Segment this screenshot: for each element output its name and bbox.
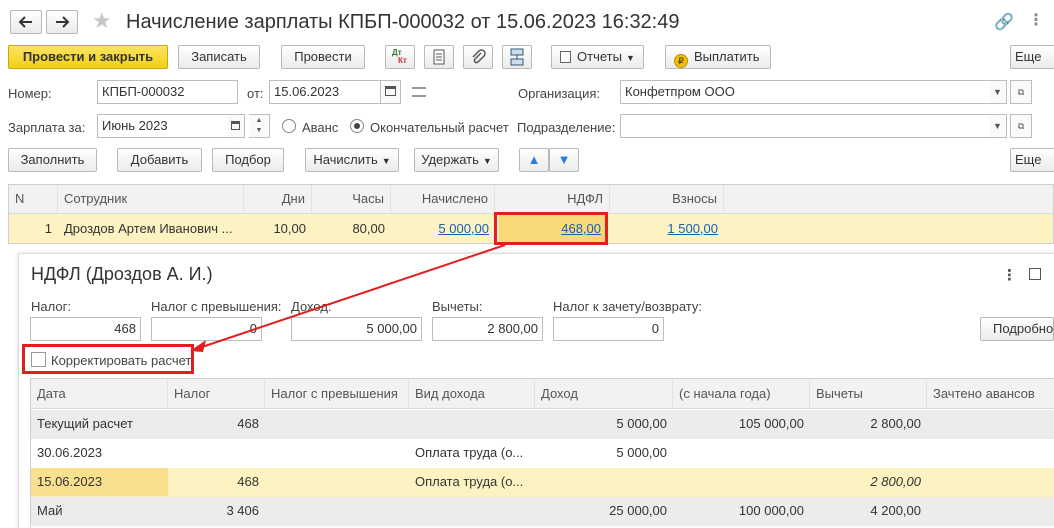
deductions-cell: 2 800,00 — [870, 474, 921, 489]
ytd-cell: 105 000,00 — [738, 416, 804, 431]
advances-cell — [927, 410, 1054, 438]
income-kind-cell: Оплата труда (о... — [415, 474, 524, 489]
table-row[interactable]: Май 3 406 25 000,00 100 000,00 4 200,00 — [31, 497, 1054, 526]
ytd-cell — [673, 439, 810, 467]
table-row[interactable]: 30.06.2023 Оплата труда (о... 5 000,00 — [31, 439, 1054, 468]
column-header[interactable]: Вычеты — [810, 380, 927, 408]
column-header[interactable]: Налог — [168, 380, 265, 408]
ytd-cell: 100 000,00 — [738, 503, 804, 518]
column-header[interactable]: Налог с превышения — [265, 380, 409, 408]
column-header[interactable]: (с начала года) — [673, 380, 810, 408]
excess-cell — [265, 410, 409, 438]
excess-cell — [265, 439, 409, 467]
income-kind-cell: Оплата труда (о... — [415, 445, 524, 460]
date-cell: Текущий расчет — [37, 416, 133, 431]
excess-cell — [265, 468, 409, 496]
income-cell — [535, 468, 673, 496]
excess-cell — [265, 497, 409, 525]
tax-cell: 468 — [237, 474, 259, 489]
income-kind-cell — [409, 410, 535, 438]
date-cell: 30.06.2023 — [37, 445, 103, 460]
ndfl-details-table: Дата Налог Налог с превышения Вид дохода… — [30, 378, 1054, 528]
advances-cell — [927, 439, 1054, 467]
date-cell: Май — [37, 503, 63, 518]
column-header[interactable]: Доход — [535, 380, 673, 408]
deductions-cell — [810, 439, 927, 467]
income-cell: 5 000,00 — [616, 445, 667, 460]
date-cell: 15.06.2023 — [31, 468, 168, 496]
advances-cell — [927, 497, 1054, 525]
tax-cell: 468 — [237, 416, 259, 431]
table-header: Дата Налог Налог с превышения Вид дохода… — [31, 379, 1054, 409]
ytd-cell — [673, 468, 810, 496]
advances-cell — [927, 468, 1054, 496]
column-header[interactable]: Дата — [31, 380, 168, 408]
tax-cell: 3 406 — [226, 503, 259, 518]
income-kind-cell — [409, 497, 535, 525]
column-header[interactable]: Вид дохода — [409, 380, 535, 408]
table-row-selected[interactable]: 15.06.2023 468 Оплата труда (о... 2 800,… — [31, 468, 1054, 497]
table-row[interactable]: Текущий расчет 468 5 000,00 105 000,00 2… — [31, 410, 1054, 439]
column-header[interactable]: Зачтено авансов — [927, 380, 1054, 408]
income-cell: 5 000,00 — [616, 416, 667, 431]
deductions-cell: 2 800,00 — [870, 416, 921, 431]
income-cell: 25 000,00 — [609, 503, 667, 518]
tax-cell — [168, 439, 265, 467]
deductions-cell: 4 200,00 — [870, 503, 921, 518]
